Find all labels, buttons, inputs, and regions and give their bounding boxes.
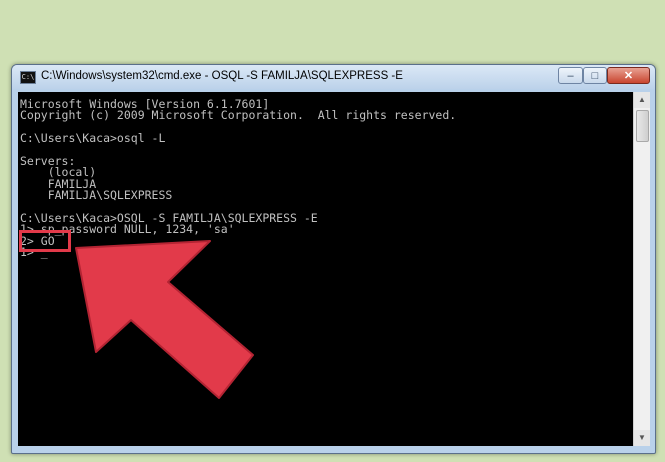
arrow-shape [75,240,254,399]
red-arrow-icon [75,240,254,399]
